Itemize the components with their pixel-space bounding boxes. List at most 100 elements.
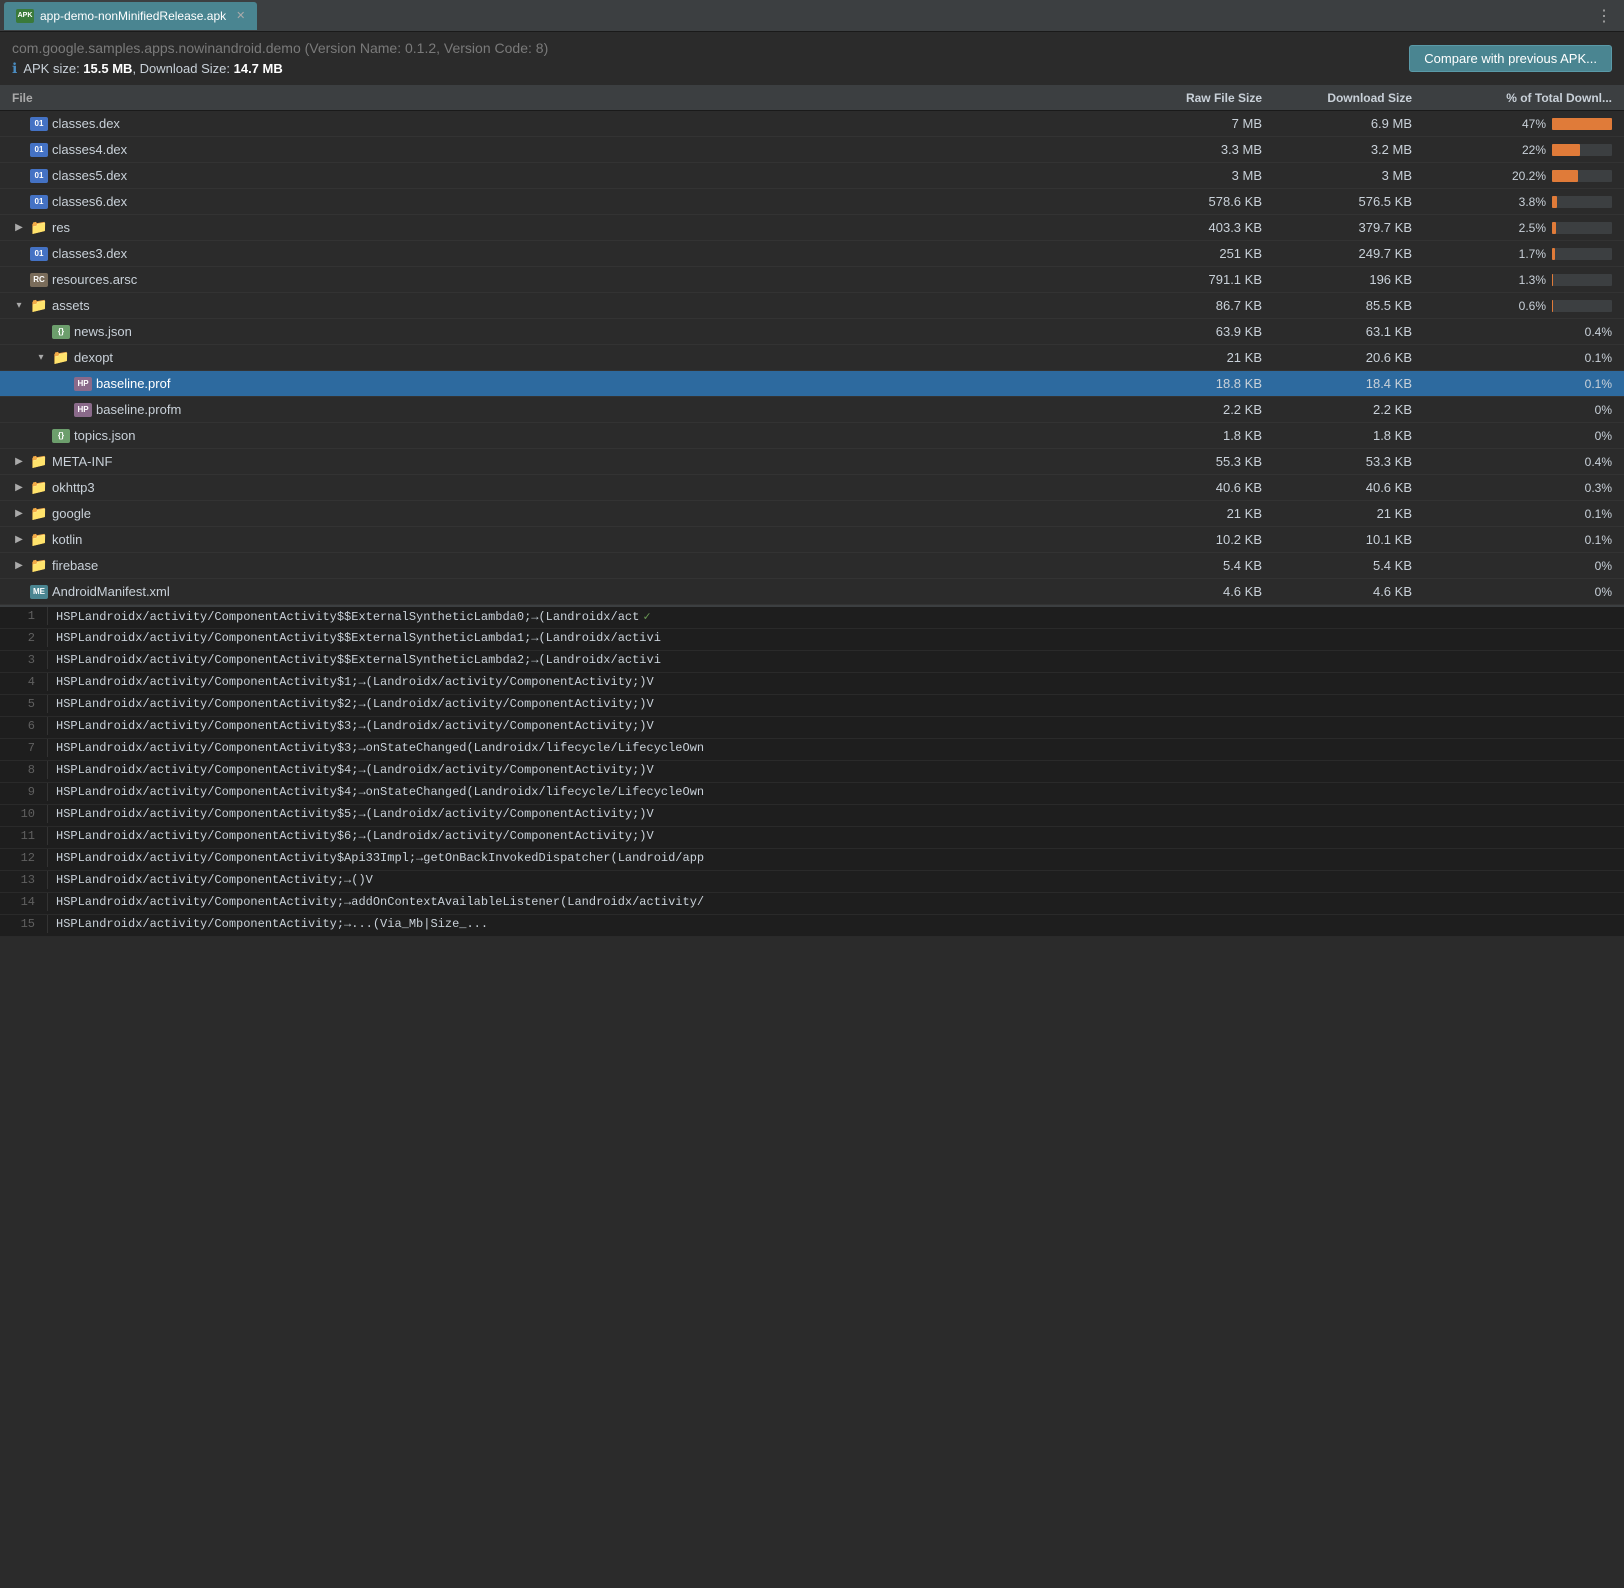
table-row[interactable]: RC resources.arsc 791.1 KB 196 KB 1.3% — [0, 267, 1624, 293]
tab-close-button[interactable]: ✕ — [236, 9, 245, 22]
pct-text: 0.1% — [1568, 533, 1612, 547]
col-download-size: 6.9 MB — [1262, 116, 1412, 131]
expand-arrow[interactable]: ▶ — [12, 534, 26, 545]
expand-arrow[interactable]: ▶ — [12, 456, 26, 467]
file-name: okhttp3 — [52, 480, 95, 495]
table-row[interactable]: {} topics.json 1.8 KB 1.8 KB 0% — [0, 423, 1624, 449]
pct-text: 0.4% — [1568, 325, 1612, 339]
table-row[interactable]: ▾ 📁 assets 86.7 KB 85.5 KB 0.6% — [0, 293, 1624, 319]
file-name: dexopt — [74, 350, 113, 365]
apk-tab[interactable]: APK app-demo-nonMinifiedRelease.apk ✕ — [4, 2, 257, 30]
compare-button[interactable]: Compare with previous APK... — [1409, 45, 1612, 72]
pct-text: 0.1% — [1568, 377, 1612, 391]
bar-bg — [1552, 144, 1612, 156]
col-raw-size: 578.6 KB — [1112, 194, 1262, 209]
col-raw-size: 5.4 KB — [1112, 558, 1262, 573]
check-icon: ✓ — [643, 610, 650, 624]
table-row[interactable]: ME AndroidManifest.xml 4.6 KB 4.6 KB 0% — [0, 579, 1624, 605]
line-number: 15 — [0, 915, 48, 933]
expand-arrow[interactable]: ▶ — [12, 222, 26, 233]
expand-arrow[interactable]: ▾ — [34, 352, 48, 363]
col-download-size: 85.5 KB — [1262, 298, 1412, 313]
col-download-size: 3 MB — [1262, 168, 1412, 183]
line-number: 6 — [0, 717, 48, 735]
file-name: assets — [52, 298, 90, 313]
table-row[interactable]: ▶ 📁 firebase 5.4 KB 5.4 KB 0% — [0, 553, 1624, 579]
pct-text: 0.1% — [1568, 507, 1612, 521]
table-row[interactable]: ▶ 📁 res 403.3 KB 379.7 KB 2.5% — [0, 215, 1624, 241]
col-file: 01 classes5.dex — [12, 168, 1112, 183]
expand-arrow[interactable]: ▾ — [12, 300, 26, 311]
col-raw-size: 251 KB — [1112, 246, 1262, 261]
table-row[interactable]: 01 classes5.dex 3 MB 3 MB 20.2% — [0, 163, 1624, 189]
table-row[interactable]: {} news.json 63.9 KB 63.1 KB 0.4% — [0, 319, 1624, 345]
folder-icon: 📁 — [30, 221, 48, 235]
col-download-size: 576.5 KB — [1262, 194, 1412, 209]
line-number: 14 — [0, 893, 48, 911]
col-pct: 3.8% — [1412, 195, 1612, 209]
code-panel: 1 HSPLandroidx/activity/ComponentActivit… — [0, 605, 1624, 937]
line-number: 13 — [0, 871, 48, 889]
line-content: HSPLandroidx/activity/ComponentActivity$… — [48, 827, 662, 845]
bar-fill — [1552, 300, 1553, 312]
col-file: ▾ 📁 dexopt — [12, 350, 1112, 365]
col-raw-size: 86.7 KB — [1112, 298, 1262, 313]
code-line: 15 HSPLandroidx/activity/ComponentActivi… — [0, 915, 1624, 937]
file-name: META-INF — [52, 454, 112, 469]
col-raw-size: 2.2 KB — [1112, 402, 1262, 417]
code-line: 1 HSPLandroidx/activity/ComponentActivit… — [0, 607, 1624, 629]
table-row[interactable]: ▶ 📁 google 21 KB 21 KB 0.1% — [0, 501, 1624, 527]
table-row[interactable]: ▶ 📁 okhttp3 40.6 KB 40.6 KB 0.3% — [0, 475, 1624, 501]
table-row[interactable]: ▾ 📁 dexopt 21 KB 20.6 KB 0.1% — [0, 345, 1624, 371]
line-content: HSPLandroidx/activity/ComponentActivity;… — [48, 893, 712, 911]
code-line: 4 HSPLandroidx/activity/ComponentActivit… — [0, 673, 1624, 695]
pct-text: 0.6% — [1502, 299, 1546, 313]
file-name: classes6.dex — [52, 194, 127, 209]
col-download-size: 20.6 KB — [1262, 350, 1412, 365]
folder-icon: 📁 — [30, 299, 48, 313]
col-file: ▶ 📁 okhttp3 — [12, 480, 1112, 495]
line-content: HSPLandroidx/activity/ComponentActivity$… — [48, 761, 662, 779]
file-name: news.json — [74, 324, 132, 339]
col-file-header: File — [12, 91, 1112, 105]
code-line: 5 HSPLandroidx/activity/ComponentActivit… — [0, 695, 1624, 717]
table-row[interactable]: HP baseline.profm 2.2 KB 2.2 KB 0% — [0, 397, 1624, 423]
pct-text: 0.1% — [1568, 351, 1612, 365]
expand-arrow[interactable]: ▶ — [12, 482, 26, 493]
arsc-icon: RC — [30, 273, 48, 287]
line-number: 8 — [0, 761, 48, 779]
col-pct: 22% — [1412, 143, 1612, 157]
table-row[interactable]: 01 classes.dex 7 MB 6.9 MB 47% — [0, 111, 1624, 137]
col-download-size: 5.4 KB — [1262, 558, 1412, 573]
pct-text: 0.4% — [1568, 455, 1612, 469]
col-raw-size: 40.6 KB — [1112, 480, 1262, 495]
file-name: resources.arsc — [52, 272, 137, 287]
col-pct: 0% — [1412, 403, 1612, 417]
tab-menu-icon[interactable]: ⋮ — [1588, 6, 1620, 26]
col-file: 01 classes6.dex — [12, 194, 1112, 209]
col-pct: 0.3% — [1412, 481, 1612, 495]
line-number: 10 — [0, 805, 48, 823]
folder-icon: 📁 — [52, 351, 70, 365]
col-raw-size: 791.1 KB — [1112, 272, 1262, 287]
folder-icon: 📁 — [30, 507, 48, 521]
col-download-size: 249.7 KB — [1262, 246, 1412, 261]
table-row[interactable]: HP baseline.prof 18.8 KB 18.4 KB 0.1% — [0, 371, 1624, 397]
table-row[interactable]: ▶ 📁 kotlin 10.2 KB 10.1 KB 0.1% — [0, 527, 1624, 553]
expand-arrow[interactable]: ▶ — [12, 508, 26, 519]
line-number: 2 — [0, 629, 48, 647]
pct-text: 2.5% — [1502, 221, 1546, 235]
pct-text: 0% — [1568, 585, 1612, 599]
table-row[interactable]: 01 classes6.dex 578.6 KB 576.5 KB 3.8% — [0, 189, 1624, 215]
expand-arrow[interactable]: ▶ — [12, 560, 26, 571]
table-row[interactable]: 01 classes3.dex 251 KB 249.7 KB 1.7% — [0, 241, 1624, 267]
col-pct: 0% — [1412, 585, 1612, 599]
info-icon: ℹ — [12, 60, 17, 77]
col-download-size: 53.3 KB — [1262, 454, 1412, 469]
file-name: baseline.prof — [96, 376, 170, 391]
table-row[interactable]: 01 classes4.dex 3.3 MB 3.2 MB 22% — [0, 137, 1624, 163]
file-name: firebase — [52, 558, 98, 573]
table-row[interactable]: ▶ 📁 META-INF 55.3 KB 53.3 KB 0.4% — [0, 449, 1624, 475]
bar-fill — [1552, 196, 1557, 208]
xml-icon: ME — [30, 585, 48, 599]
